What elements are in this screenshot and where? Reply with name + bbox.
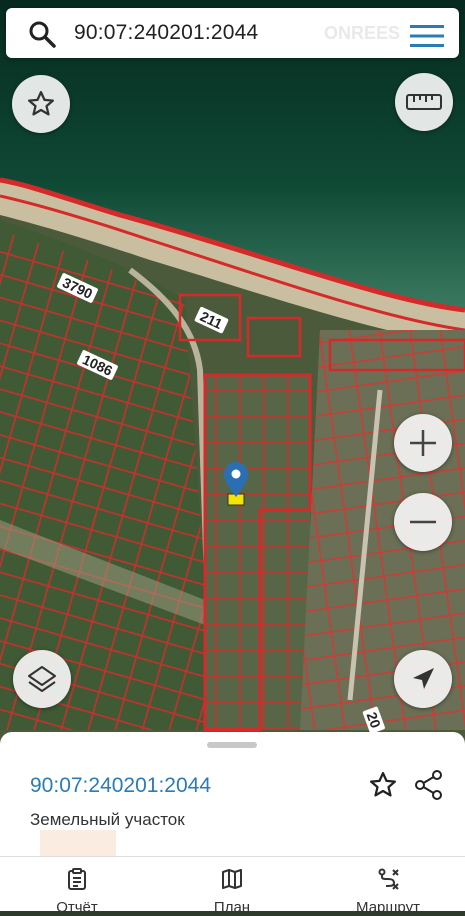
tab-report[interactable]: Отчёт [17,857,137,916]
plus-icon [410,430,436,456]
tab-plan[interactable]: План [172,857,292,916]
object-type: Земельный участок [30,810,185,829]
tab-route[interactable]: Маршрут [328,857,448,916]
layers-icon [28,666,56,692]
clipboard-icon [68,868,86,890]
tab-label: Маршрут [356,899,420,916]
brand-watermark: ONREES [324,23,401,43]
search-bar[interactable]: 90:07:240201:2044 ONREES [6,8,459,58]
navigation-arrow-icon [413,668,434,689]
bottom-tab-bar: Отчёт План Маршрут [0,856,465,916]
minus-icon [410,520,436,524]
layers-button[interactable] [13,650,71,708]
ruler-button[interactable] [395,73,453,131]
tab-label: Отчёт [56,899,98,916]
map-icon [222,869,242,889]
tab-label: План [213,899,251,916]
cadastral-number[interactable]: 90:07:240201:2044 [30,774,211,798]
ruler-icon [406,94,442,110]
drag-handle[interactable] [207,742,257,748]
favorite-button[interactable] [12,75,70,133]
share-icon[interactable] [413,769,445,801]
search-icon[interactable] [28,20,56,48]
route-icon [378,868,399,890]
search-input[interactable]: 90:07:240201:2044 [74,21,258,45]
star-icon [28,91,54,116]
star-icon[interactable] [368,770,398,800]
locate-button[interactable] [394,650,452,708]
zoom-in-button[interactable] [394,414,452,472]
zoom-out-button[interactable] [394,493,452,551]
menu-icon[interactable] [410,24,444,48]
location-pin-icon[interactable] [224,462,248,506]
